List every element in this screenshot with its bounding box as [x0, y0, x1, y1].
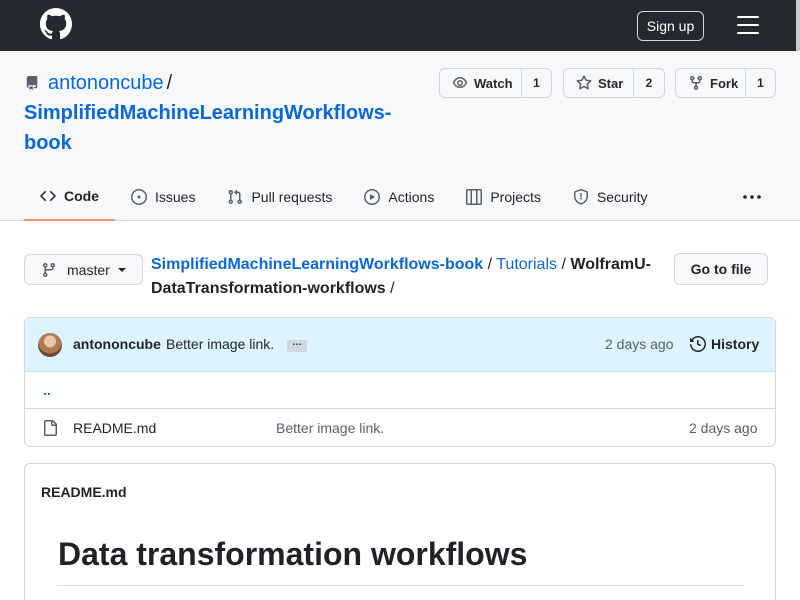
- parent-directory-row[interactable]: ..: [25, 372, 775, 409]
- file-name-link[interactable]: README.md: [73, 420, 156, 436]
- hamburger-menu-icon[interactable]: [737, 16, 759, 34]
- file-commit-message[interactable]: Better image link.: [276, 420, 384, 436]
- tab-issues-label: Issues: [155, 189, 196, 205]
- star-button[interactable]: Star 2: [563, 68, 665, 98]
- fork-button[interactable]: Fork 1: [675, 68, 776, 98]
- fork-label: Fork: [710, 75, 739, 91]
- avatar[interactable]: [38, 333, 62, 357]
- history-icon: [690, 336, 706, 352]
- pull-request-icon: [228, 189, 243, 205]
- breadcrumb-separator: /: [487, 256, 493, 273]
- readme-panel: README.md Data transformation workflows: [24, 463, 776, 600]
- repo-header: antononcube / SimplifiedMachineLearningWor…: [0, 51, 800, 221]
- branch-name: master: [67, 261, 110, 278]
- file-list: antononcube Better image link. … 2 days …: [24, 317, 776, 447]
- repo-title: antononcube / SimplifiedMachineLearningWor…: [24, 68, 404, 158]
- history-label: History: [711, 336, 760, 352]
- issue-icon: [131, 189, 147, 205]
- repo-tabs: Code Issues Pull requests Actions Projec…: [24, 176, 663, 221]
- branch-select-button[interactable]: master: [24, 254, 143, 285]
- watch-button[interactable]: Watch 1: [439, 68, 552, 98]
- git-branch-icon: [42, 262, 55, 277]
- tab-pull-requests-label: Pull requests: [251, 189, 333, 205]
- fork-icon: [690, 76, 702, 91]
- repo-name-link[interactable]: SimplifiedMachineLearningWorkflows-book: [24, 102, 391, 154]
- tab-actions-label: Actions: [388, 189, 435, 205]
- file-commit-age: 2 days ago: [689, 420, 758, 436]
- tab-pull-requests[interactable]: Pull requests: [211, 176, 348, 218]
- repo-title-separator: /: [166, 72, 173, 94]
- site-header: Sign up: [0, 0, 800, 51]
- tab-code[interactable]: Code: [24, 176, 115, 221]
- play-icon: [364, 189, 381, 205]
- history-link[interactable]: History: [690, 336, 759, 352]
- readme-heading: Data transformation workflows: [58, 536, 744, 586]
- watch-count[interactable]: 1: [522, 69, 551, 97]
- github-mark-icon[interactable]: [40, 8, 72, 40]
- table-row[interactable]: README.md Better image link. 2 days ago: [25, 409, 775, 446]
- code-icon: [40, 190, 56, 202]
- sign-up-button[interactable]: Sign up: [637, 11, 704, 41]
- breadcrumb-repo-link[interactable]: SimplifiedMachineLearningWorkflows-book: [151, 256, 483, 273]
- readme-filename[interactable]: README.md: [41, 484, 127, 500]
- commit-expand-button[interactable]: …: [287, 338, 307, 352]
- shield-icon: [573, 189, 588, 205]
- repo-owner-link[interactable]: antononcube: [48, 72, 164, 94]
- star-icon: [576, 75, 592, 90]
- eye-icon: [453, 77, 467, 88]
- tab-actions[interactable]: Actions: [348, 176, 450, 218]
- tab-projects-label: Projects: [490, 189, 541, 205]
- breadcrumb-folder-link[interactable]: Tutorials: [496, 256, 557, 273]
- parent-directory-link[interactable]: ..: [43, 382, 51, 398]
- go-to-file-button[interactable]: Go to file: [674, 253, 768, 285]
- file-icon: [44, 420, 57, 436]
- fork-count[interactable]: 1: [746, 69, 775, 97]
- star-label: Star: [598, 75, 624, 91]
- tab-security-label: Security: [596, 189, 648, 205]
- watch-label: Watch: [474, 75, 513, 91]
- tab-code-label: Code: [64, 188, 99, 204]
- breadcrumb-separator: /: [561, 256, 566, 273]
- caret-down-icon: [117, 267, 126, 272]
- star-count[interactable]: 2: [634, 69, 664, 97]
- tab-security[interactable]: Security: [557, 176, 664, 218]
- tab-projects[interactable]: Projects: [450, 176, 557, 218]
- tab-issues[interactable]: Issues: [115, 176, 211, 218]
- commit-author-link[interactable]: antononcube: [73, 336, 161, 352]
- table-icon: [466, 189, 483, 205]
- breadcrumb-separator: /: [390, 280, 395, 297]
- breadcrumb: SimplifiedMachineLearningWorkflows-book …: [151, 253, 661, 301]
- latest-commit-bar: antononcube Better image link. … 2 days …: [25, 318, 775, 372]
- kebab-horizontal-icon[interactable]: [742, 192, 762, 202]
- commit-age[interactable]: 2 days ago: [605, 336, 674, 352]
- commit-message-link[interactable]: Better image link.: [166, 336, 274, 352]
